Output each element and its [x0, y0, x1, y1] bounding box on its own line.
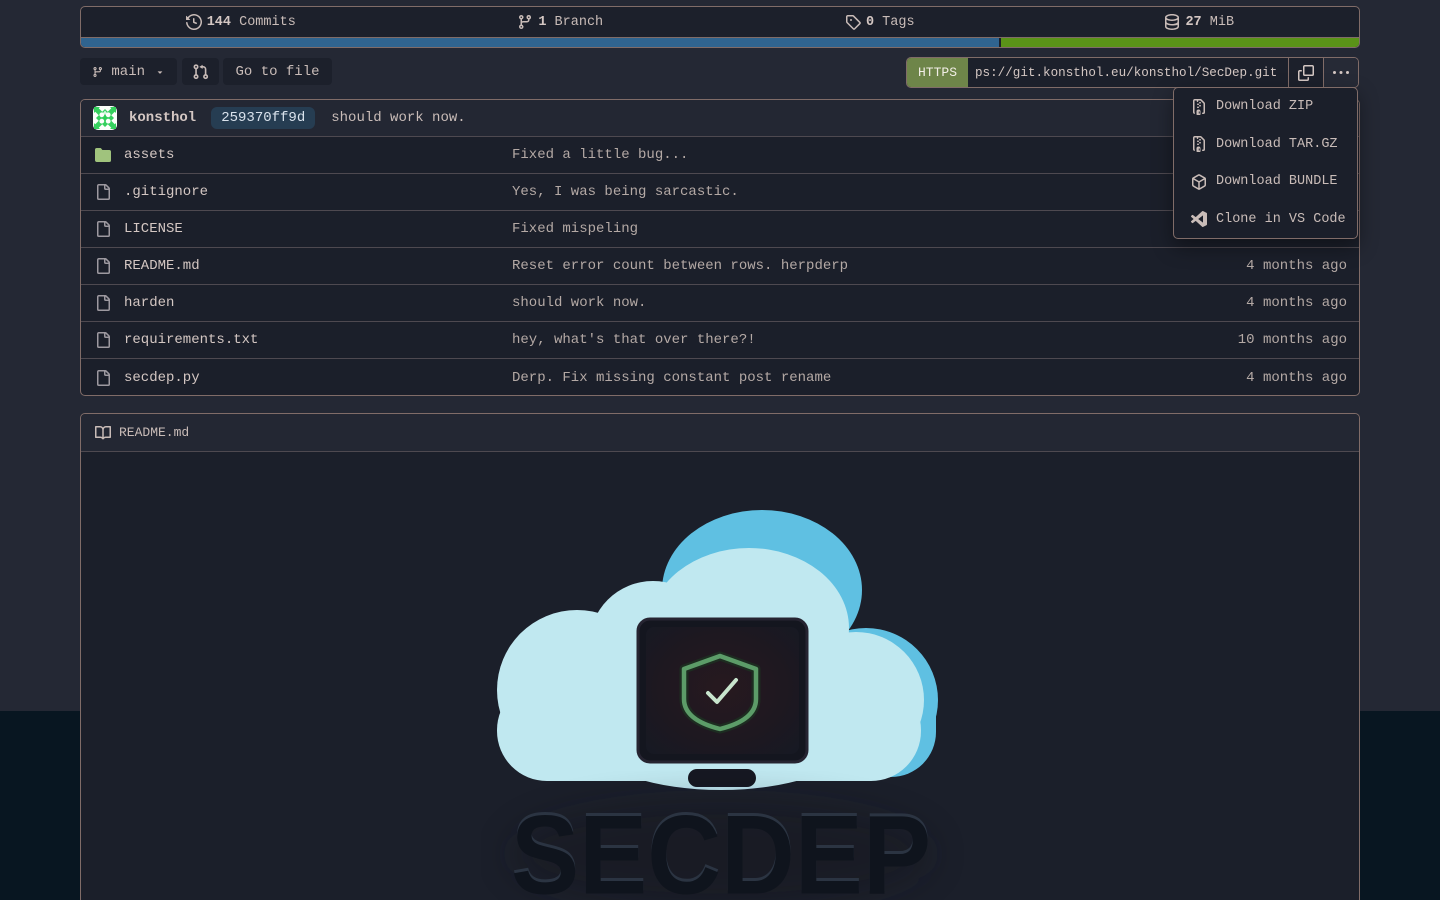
- svg-text:SECDEP: SECDEP: [511, 793, 931, 900]
